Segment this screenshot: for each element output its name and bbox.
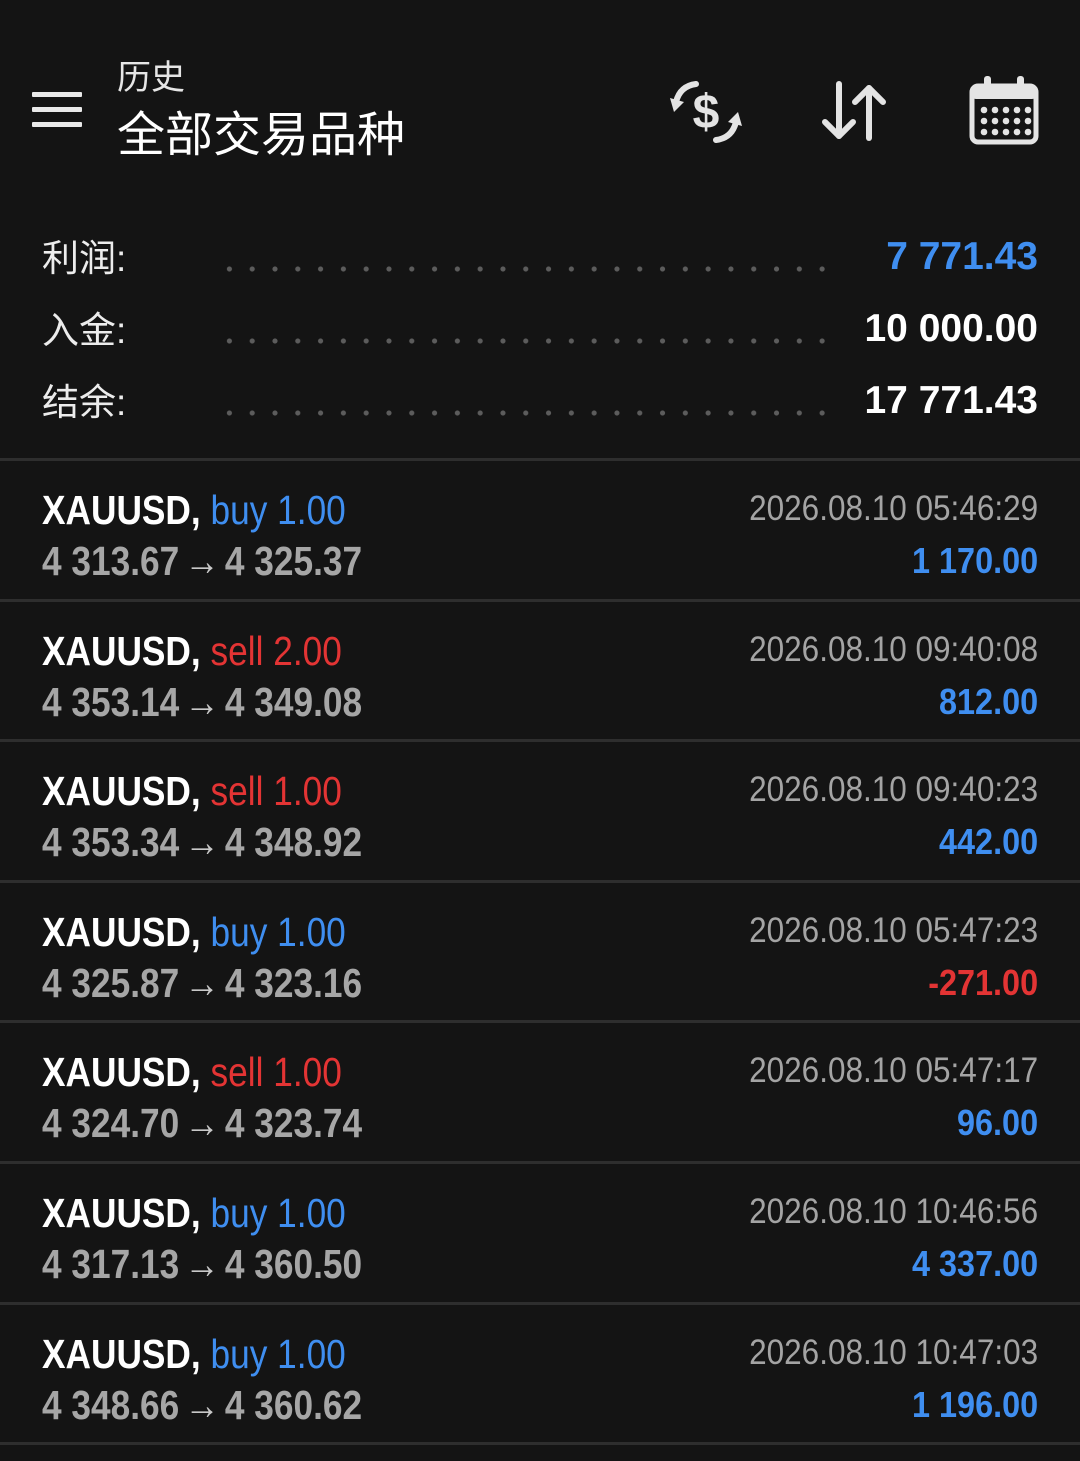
summary-row-profit: 利润: 7 771.43: [0, 224, 1080, 296]
trade-row[interactable]: XAUUSD, sell 2.00 4 353.14 → 4 349.08 2026.0…: [0, 602, 1080, 740]
trade-row[interactable]: XAUUSD, sell 1.00 4 353.34 → 4 348.92 2026.0…: [0, 742, 1080, 880]
trade-volume: 1.00: [277, 1190, 346, 1236]
profit-value: 7 771.43: [886, 235, 1038, 278]
trade-direction: buy: [210, 1330, 268, 1377]
trade-profit: 1 170.00: [911, 540, 1038, 581]
trade-volume: 1.00: [273, 768, 342, 815]
trade-time: 2026.08.10 09:40:23: [748, 770, 1038, 810]
close-price: 4 360.50: [224, 1241, 363, 1287]
trade-prices: 4 348.66 → 4 360.62: [42, 1380, 362, 1430]
trade-time: 2026.08.10 05:47:23: [748, 910, 1038, 950]
summary-row-deposit: 入金: 10 000.00: [0, 296, 1080, 368]
close-price: 4 348.92: [224, 819, 363, 866]
trade-prices: 4 325.87 → 4 323.16: [42, 958, 362, 1008]
dotted-leader: [218, 409, 825, 417]
trade-header: XAUUSD, buy 1.00: [42, 1188, 346, 1238]
trade-header: XAUUSD, sell 1.00: [42, 1047, 342, 1097]
divider: [0, 1442, 1080, 1446]
summary-panel: 利润: 7 771.43 入金: 10 000.00 结余: 17 771.43: [0, 210, 1080, 458]
close-price: 4 323.74: [224, 1100, 363, 1147]
close-price: 4 323.16: [224, 959, 363, 1006]
trade-time: 2026.08.10 05:46:29: [748, 489, 1038, 528]
right-arrow-icon: →: [184, 819, 220, 866]
trade-symbol: XAUUSD,: [42, 768, 201, 815]
right-arrow-icon: →: [184, 959, 220, 1006]
dotted-leader: [218, 337, 825, 345]
trade-header: XAUUSD, sell 2.00: [42, 626, 342, 676]
trade-row[interactable]: XAUUSD, sell 1.00 4 324.70 → 4 323.74 2026.0…: [0, 1023, 1080, 1161]
trade-symbol: XAUUSD,: [42, 627, 201, 674]
calendar-icon[interactable]: [964, 72, 1044, 152]
balance-value: 17 771.43: [864, 379, 1038, 422]
trade-header: XAUUSD, sell 1.00: [42, 766, 342, 816]
trade-profit: -271.00: [928, 961, 1038, 1003]
trade-row[interactable]: XAUUSD, buy 1.00 4 325.87 → 4 323.16 2026.08…: [0, 883, 1080, 1021]
dotted-leader: [218, 265, 825, 273]
trade-time: 2026.08.10 10:47:03: [748, 1332, 1038, 1372]
trade-profit: 1 196.00: [911, 1383, 1038, 1425]
right-arrow-icon: →: [184, 1100, 220, 1147]
hamburger-menu-icon[interactable]: [26, 82, 88, 138]
symbol-filter-title[interactable]: 全部交易品种: [117, 106, 405, 166]
trade-header: XAUUSD, buy 1.00: [42, 485, 346, 535]
summary-row-balance: 结余: 17 771.43: [0, 368, 1080, 440]
trade-direction: sell: [210, 1049, 264, 1096]
trade-direction: sell: [210, 627, 264, 674]
trade-row[interactable]: XAUUSD, buy 1.00 4 317.13 → 4 360.50 2026.08…: [0, 1164, 1080, 1302]
trade-volume: 2.00: [273, 627, 342, 674]
trade-prices: 4 324.70 → 4 323.74: [42, 1098, 362, 1148]
right-arrow-icon: →: [184, 678, 220, 725]
deposit-label: 入金:: [42, 310, 127, 351]
trade-prices: 4 353.34 → 4 348.92: [42, 817, 362, 867]
trade-volume: 1.00: [277, 1330, 346, 1377]
trade-row[interactable]: XAUUSD, buy 1.00 4 348.66 → 4 360.62 2026.08…: [0, 1305, 1080, 1443]
trade-header: XAUUSD, buy 1.00: [42, 1329, 346, 1379]
trade-symbol: XAUUSD,: [42, 1330, 201, 1377]
trade-profit: 4 337.00: [911, 1243, 1038, 1284]
deposit-value: 10 000.00: [864, 307, 1038, 350]
close-price: 4 360.62: [224, 1381, 363, 1428]
right-arrow-icon: →: [184, 1241, 220, 1287]
trade-direction: buy: [210, 1190, 268, 1236]
open-price: 4 353.14: [42, 678, 180, 725]
open-price: 4 325.87: [42, 959, 180, 1006]
trade-time: 2026.08.10 09:40:08: [748, 629, 1038, 669]
trade-header: XAUUSD, buy 1.00: [42, 907, 346, 957]
trade-time: 2026.08.10 05:47:17: [748, 1051, 1038, 1091]
right-arrow-icon: →: [184, 1381, 220, 1428]
right-arrow-icon: →: [184, 538, 220, 584]
trade-volume: 1.00: [277, 908, 346, 955]
open-price: 4 348.66: [42, 1381, 180, 1428]
trade-profit: 812.00: [938, 680, 1038, 722]
trade-prices: 4 313.67 → 4 325.37: [42, 536, 362, 586]
svg-text:$: $: [693, 86, 720, 139]
balance-label: 结余:: [42, 382, 127, 423]
close-price: 4 349.08: [224, 678, 363, 725]
open-price: 4 324.70: [42, 1100, 180, 1147]
trade-volume: 1.00: [273, 1049, 342, 1096]
trade-volume: 1.00: [277, 487, 346, 533]
page-subtitle: 历史: [117, 59, 185, 97]
app-header: 历史 全部交易品种 $: [0, 0, 1080, 210]
open-price: 4 313.67: [42, 538, 180, 584]
trade-profit: 96.00: [956, 1102, 1038, 1144]
trade-symbol: XAUUSD,: [42, 908, 201, 955]
trade-row[interactable]: XAUUSD, buy 1.00 4 313.67 → 4 325.37 2026.08…: [0, 461, 1080, 599]
trade-profit: 442.00: [938, 821, 1038, 863]
trade-time: 2026.08.10 10:46:56: [748, 1192, 1038, 1231]
open-price: 4 353.34: [42, 819, 180, 866]
trade-symbol: XAUUSD,: [42, 487, 201, 533]
trade-direction: sell: [210, 768, 264, 815]
currency-exchange-icon[interactable]: $: [666, 72, 746, 152]
close-price: 4 325.37: [224, 538, 363, 584]
sort-arrows-icon[interactable]: [815, 72, 895, 152]
trade-symbol: XAUUSD,: [42, 1049, 201, 1096]
profit-label: 利润:: [42, 238, 127, 279]
open-price: 4 317.13: [42, 1241, 180, 1287]
trade-direction: buy: [210, 908, 268, 955]
trade-symbol: XAUUSD,: [42, 1190, 201, 1236]
trade-prices: 4 353.14 → 4 349.08: [42, 677, 362, 727]
trade-direction: buy: [210, 487, 268, 533]
trade-prices: 4 317.13 → 4 360.50: [42, 1239, 362, 1289]
